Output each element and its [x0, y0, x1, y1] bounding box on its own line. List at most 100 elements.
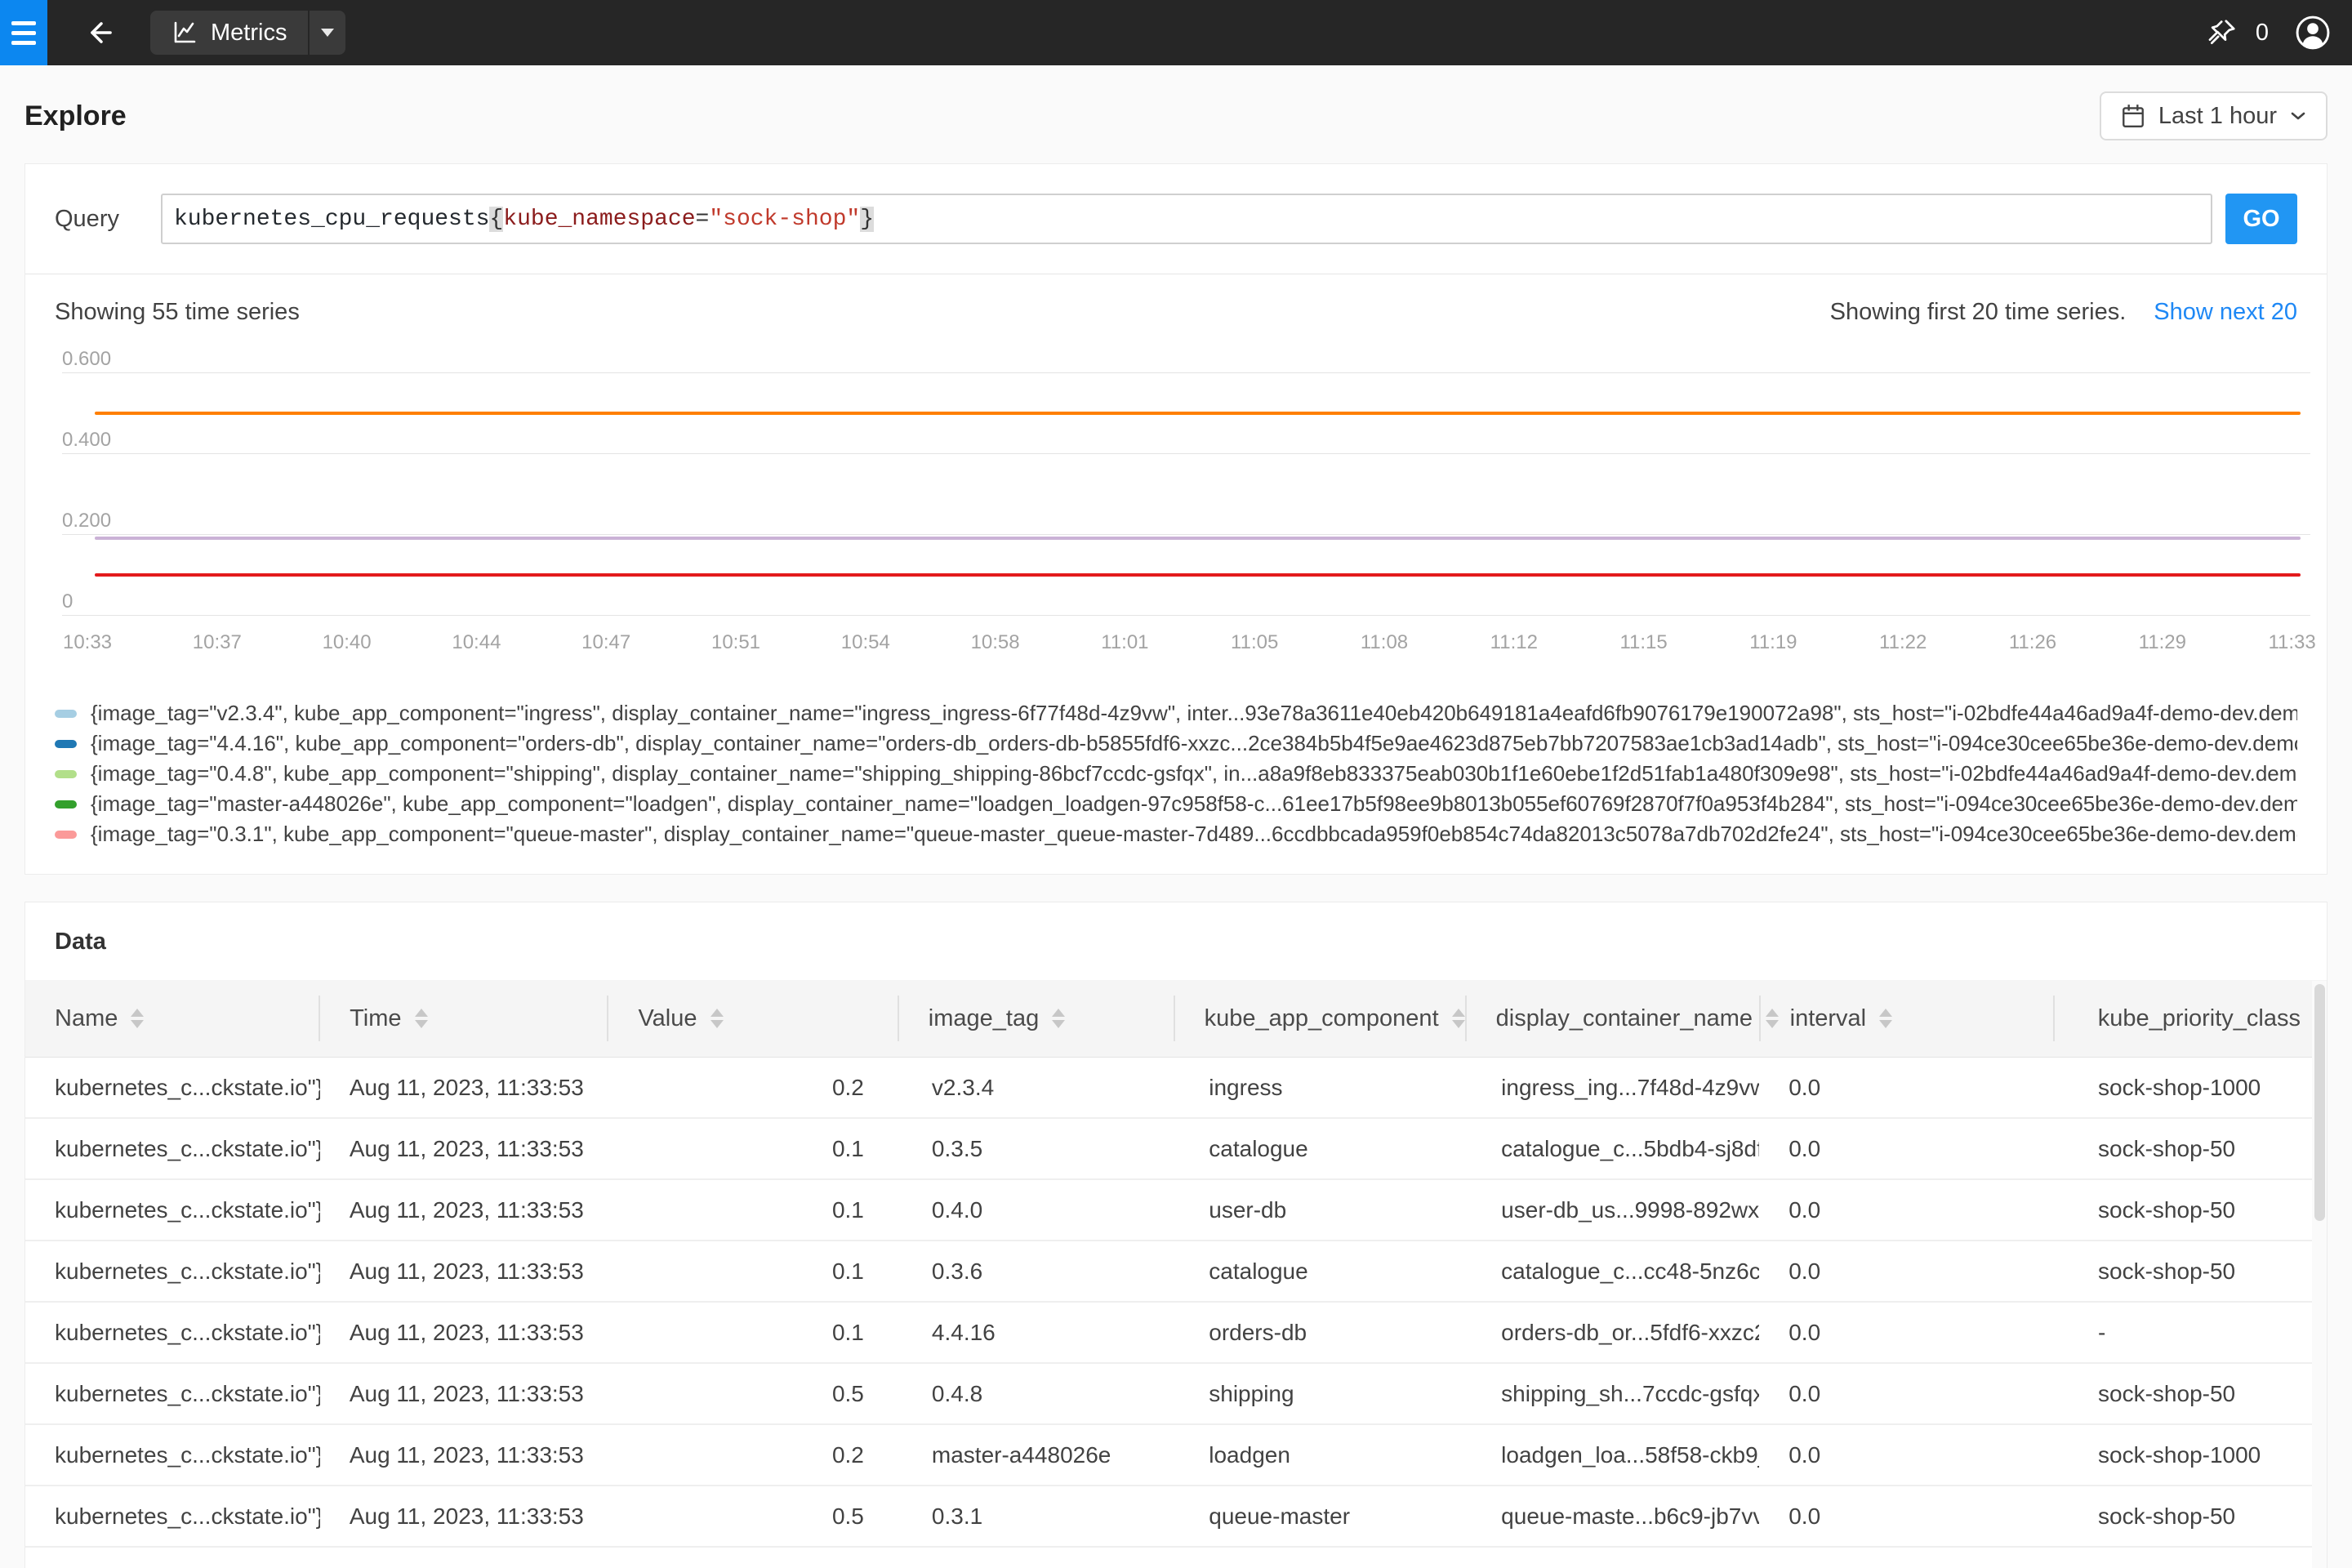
data-card: Data NameTimeValueimage_tagkube_app_comp… — [24, 902, 2328, 1568]
x-axis-tick: 11:33 — [2227, 631, 2352, 654]
legend-item[interactable]: {image_tag="master-a448026e", kube_app_c… — [55, 789, 2297, 819]
table-cell-interval: 0.0 — [1759, 1503, 2055, 1530]
table-cell-display_container_name: orders-db_or...5fdf6-xxzc2 — [1472, 1320, 1759, 1346]
table-cell-interval: 0.0 — [1759, 1381, 2055, 1407]
show-next-link[interactable]: Show next 20 — [2154, 299, 2297, 326]
table-cell-kube_priority_class: sock-shop-50 — [2055, 1381, 2327, 1407]
table-cell-image_tag: master-a448026e — [902, 1442, 1179, 1468]
legend-swatch — [55, 710, 77, 718]
x-axis-tick: 11:08 — [1319, 631, 1450, 654]
column-header-display_container_name[interactable]: display_container_name — [1465, 996, 1759, 1041]
legend-label: {image_tag="0.4.8", kube_app_component="… — [91, 761, 2297, 786]
table-row[interactable]: kubernetes_c...ckstate.io"}Aug 11, 2023,… — [25, 1486, 2327, 1548]
sort-icon[interactable] — [131, 1009, 144, 1028]
column-label: kube_app_component — [1205, 1005, 1439, 1032]
table-cell-display_container_name: user-db_us...9998-892wx — [1472, 1197, 1759, 1223]
table-cell-name: kubernetes_c...ckstate.io"} — [25, 1258, 320, 1285]
column-header-value[interactable]: Value — [607, 996, 897, 1041]
hamburger-menu-button[interactable] — [0, 0, 47, 65]
table-row[interactable]: kubernetes_c...ckstate.io"}Aug 11, 2023,… — [25, 1058, 2327, 1119]
pin-icon[interactable] — [2207, 17, 2238, 48]
table-cell-interval: 0.0 — [1759, 1442, 2055, 1468]
table-row[interactable]: kubernetes_c...ckstate.io"}Aug 11, 2023,… — [25, 1119, 2327, 1180]
legend-item[interactable]: {image_tag="4.4.16", kube_app_component=… — [55, 728, 2297, 759]
table-cell-value: 0.1 — [610, 1197, 902, 1223]
sort-icon[interactable] — [1452, 1009, 1465, 1028]
table-row[interactable]: kubernetes_c...ckstate.io"}Aug 11, 2023,… — [25, 1303, 2327, 1364]
series-line — [95, 412, 2301, 415]
table-cell-display_container_name: catalogue_c...5bdb4-sj8df — [1472, 1136, 1759, 1162]
column-header-time[interactable]: Time — [318, 996, 607, 1041]
legend-item[interactable]: {image_tag="v2.3.4", kube_app_component=… — [55, 698, 2297, 728]
time-range-label: Last 1 hour — [2158, 103, 2277, 130]
table-cell-display_container_name: loadgen_loa...58f58-ckb9j — [1472, 1442, 1759, 1468]
user-avatar-button[interactable] — [2295, 15, 2331, 51]
table-cell-display_container_name: queue-maste...b6c9-jb7vv — [1472, 1503, 1759, 1530]
column-header-kube_app_component[interactable]: kube_app_component — [1174, 996, 1465, 1041]
x-axis-tick: 11:12 — [1449, 631, 1579, 654]
table-cell-value: 0.2 — [610, 1442, 902, 1468]
go-button[interactable]: GO — [2225, 194, 2297, 244]
table-cell-name: kubernetes_c...ckstate.io"} — [25, 1136, 320, 1162]
sort-icon[interactable] — [415, 1009, 428, 1028]
x-axis-tick: 11:29 — [2097, 631, 2228, 654]
table-cell-interval: 0.0 — [1759, 1136, 2055, 1162]
sort-icon[interactable] — [710, 1009, 724, 1028]
table-row[interactable]: kubernetes_c...ckstate.io"}Aug 11, 2023,… — [25, 1364, 2327, 1425]
table-cell-image_tag: 0.3.6 — [902, 1258, 1179, 1285]
y-axis-tick: 0.600 — [62, 348, 111, 371]
y-axis-tick: 0.200 — [62, 510, 111, 532]
series-line — [95, 537, 2301, 540]
table-cell-kube_app_component: catalogue — [1179, 1136, 1472, 1162]
legend-swatch — [55, 770, 77, 778]
sort-icon[interactable] — [1879, 1009, 1892, 1028]
table-body: kubernetes_c...ckstate.io"}Aug 11, 2023,… — [25, 1058, 2327, 1568]
table-cell-kube_priority_class: - — [2055, 1320, 2327, 1346]
x-axis-tick: 11:15 — [1579, 631, 1709, 654]
query-label: Query — [55, 206, 161, 233]
back-button[interactable] — [82, 13, 121, 52]
table-cell-value: 0.1 — [610, 1136, 902, 1162]
legend-item[interactable]: {image_tag="0.4.8", kube_app_component="… — [55, 759, 2297, 789]
metrics-view-dropdown[interactable]: Metrics — [150, 11, 345, 55]
table-cell-name: kubernetes_c...ckstate.io"} — [25, 1381, 320, 1407]
legend-swatch — [55, 800, 77, 808]
column-label: display_container_name — [1496, 1005, 1753, 1032]
legend-label: {image_tag="v2.3.4", kube_app_component=… — [91, 701, 2297, 726]
table-cell-name: kubernetes_c...ckstate.io"} — [25, 1565, 320, 1568]
vertical-scrollbar-thumb[interactable] — [2314, 984, 2325, 1221]
table-cell-image_tag: 0.4.8 — [902, 1381, 1179, 1407]
metrics-view-caret-button[interactable] — [308, 11, 345, 55]
table-cell-value: 0.1 — [610, 1320, 902, 1346]
table-row[interactable]: kubernetes_c...ckstate.io"}Aug 11, 2023,… — [25, 1548, 2327, 1568]
column-header-name[interactable]: Name — [25, 996, 318, 1041]
table-row[interactable]: kubernetes_c...ckstate.io"}Aug 11, 2023,… — [25, 1425, 2327, 1486]
x-axis-tick: 11:01 — [1059, 631, 1190, 654]
table-row[interactable]: kubernetes_c...ckstate.io"}Aug 11, 2023,… — [25, 1241, 2327, 1303]
table-cell-image_tag: 0.3.1 — [902, 1503, 1179, 1530]
table-cell-time: Aug 11, 2023, 11:33:53 — [320, 1381, 610, 1407]
table-cell-kube_app_component: catalogue — [1179, 1258, 1472, 1285]
column-header-kube_priority_class[interactable]: kube_priority_class — [2053, 996, 2327, 1041]
sort-icon[interactable] — [1052, 1009, 1065, 1028]
table-row[interactable]: kubernetes_c...ckstate.io"}Aug 11, 2023,… — [25, 1180, 2327, 1241]
column-header-image_tag[interactable]: image_tag — [898, 996, 1174, 1041]
table-cell-kube_priority_class: sock-shop-50 — [2055, 1258, 2327, 1285]
x-axis-tick: 10:44 — [411, 631, 541, 654]
page-title: Explore — [24, 100, 127, 132]
table-cell-image_tag: v2.3.4 — [902, 1075, 1179, 1101]
column-header-interval[interactable]: interval — [1759, 996, 2053, 1041]
legend-item[interactable]: {image_tag="0.3.1", kube_app_component="… — [55, 819, 2297, 849]
legend-label: {image_tag="master-a448026e", kube_app_c… — [91, 791, 2297, 817]
legend-swatch — [55, 831, 77, 839]
table-cell-display_container_name: catalogue_c...cc48-5nz6c — [1472, 1258, 1759, 1285]
plot-area: 0.6000.4000.200010:3310:3710:4010:4410:4… — [55, 347, 2297, 667]
time-range-selector[interactable]: Last 1 hour — [2100, 91, 2328, 140]
series-count-label: Showing 55 time series — [55, 299, 300, 326]
x-axis-tick: 11:05 — [1189, 631, 1320, 654]
query-input[interactable]: kubernetes_cpu_requests{kube_namespace="… — [161, 194, 2212, 244]
table-cell-image_tag: 0.4.0 — [902, 1197, 1179, 1223]
metrics-view-button[interactable]: Metrics — [150, 11, 308, 55]
table-cell-display_container_name: ingress_ing...7f48d-4z9vw — [1472, 1075, 1759, 1101]
x-axis-tick: 10:51 — [670, 631, 801, 654]
